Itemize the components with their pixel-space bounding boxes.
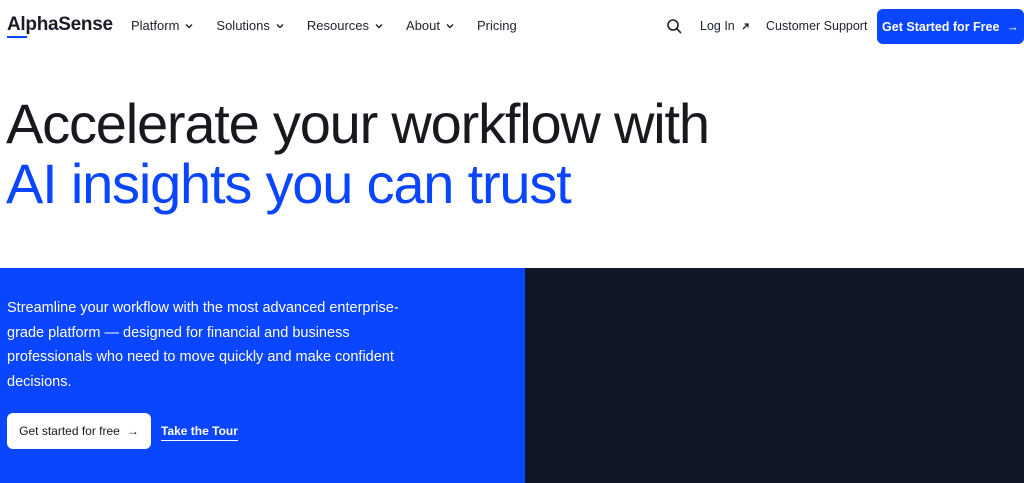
logo-text: AlphaSense [7, 14, 113, 35]
headline-line-2: AI insights you can trust [6, 152, 572, 215]
nav-item-label: About [406, 18, 441, 33]
headline-line-1: Accelerate your workflow with [6, 92, 710, 155]
nav-item-platform[interactable]: Platform [131, 18, 194, 33]
chevron-down-icon [375, 23, 383, 28]
nav-item-label: Platform [131, 18, 180, 33]
get-started-free-button[interactable]: Get started for free → [7, 413, 151, 449]
arrow-right-icon: → [1006, 19, 1019, 34]
top-navigation: AlphaSense Platform Solutions Resources … [0, 0, 1024, 52]
get-started-free-label: Get started for free [19, 424, 120, 438]
logo-underline [7, 36, 27, 38]
chevron-down-icon [276, 23, 284, 28]
hero-media-panel [525, 268, 1024, 483]
nav-item-label: Resources [306, 18, 370, 33]
hero-headline: Accelerate your workflow with AI insight… [6, 92, 710, 215]
login-link[interactable]: Log In [700, 19, 750, 33]
nav-item-pricing[interactable]: Pricing [477, 18, 517, 33]
nav-item-label: Pricing [477, 18, 517, 33]
get-started-label: Get Started for Free [882, 19, 1000, 34]
take-the-tour-link[interactable]: Take the Tour [161, 424, 238, 441]
hero-subtext: Streamline your workflow with the most a… [7, 300, 399, 390]
nav-item-about[interactable]: About [406, 18, 455, 33]
nav-item-resources[interactable]: Resources [307, 18, 384, 33]
chevron-down-icon [446, 23, 454, 28]
search-icon[interactable] [666, 18, 682, 34]
main-menu: Platform Solutions Resources About Prici… [131, 18, 539, 33]
alphasense-logo[interactable]: AlphaSense [7, 14, 113, 38]
nav-item-solutions[interactable]: Solutions [216, 18, 284, 33]
nav-item-label: Solutions [216, 18, 270, 33]
get-started-button[interactable]: Get Started for Free → [877, 9, 1024, 44]
customer-support-link[interactable]: Customer Support [766, 19, 867, 33]
arrow-right-icon: → [126, 424, 139, 438]
external-arrow-icon [742, 22, 749, 29]
login-label: Log In [700, 19, 735, 33]
chevron-down-icon [185, 23, 193, 28]
